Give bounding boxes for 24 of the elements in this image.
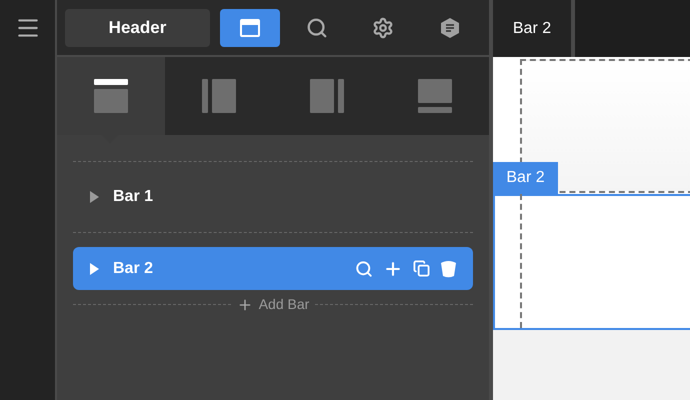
layout-tab[interactable] (57, 57, 165, 135)
bar-name: Bar 1 (113, 187, 154, 207)
layout-button[interactable] (220, 8, 280, 46)
left-bar-layout-icon (202, 79, 236, 113)
expand-caret-icon[interactable] (89, 191, 99, 203)
header-button[interactable]: Header (65, 8, 210, 46)
bottom-bar-layout-icon (418, 79, 452, 113)
bar-label-tag: Bar 2 (493, 162, 558, 194)
bar-row[interactable]: Bar 1 (73, 162, 473, 232)
search-icon[interactable] (355, 260, 373, 278)
settings-icon (372, 16, 394, 38)
layout-icon (240, 18, 260, 36)
bar-row[interactable]: Bar 2 (73, 247, 473, 290)
right-bar-layout-icon (310, 79, 344, 113)
preview-tab[interactable]: Bar 2 (493, 0, 575, 57)
add-bar-link[interactable]: Add Bar (258, 294, 310, 315)
duplicate-icon[interactable] (413, 260, 430, 277)
bar-name: Bar 2 (113, 258, 154, 278)
expand-caret-icon[interactable] (89, 262, 99, 274)
trash-icon[interactable] (440, 260, 457, 278)
add-icon[interactable] (236, 296, 253, 312)
top-bar-layout-icon (94, 79, 128, 113)
search-icon (306, 16, 328, 38)
hexagon-note-icon (440, 16, 460, 38)
